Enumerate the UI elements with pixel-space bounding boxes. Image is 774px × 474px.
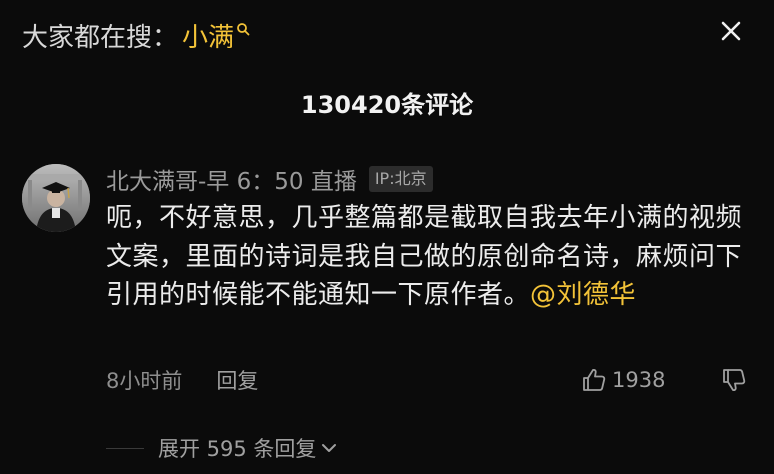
replies-divider	[106, 448, 144, 449]
avatar[interactable]	[22, 164, 90, 232]
search-suggestion-keyword[interactable]: 小满	[182, 20, 234, 56]
comment-text: 呃，不好意思，几乎整篇都是截取自我去年小满的视频文案，里面的诗词是我自己做的原创…	[106, 199, 756, 315]
search-icon	[236, 20, 250, 44]
comment-meta: 8小时前 回复	[106, 364, 258, 396]
comment-username[interactable]: 北大满哥-早 6：50 直播	[106, 162, 357, 196]
search-suggestion-prefix: 大家都在搜：	[22, 23, 179, 53]
thumbs-down-icon	[723, 369, 746, 392]
like-button[interactable]: 1938	[580, 364, 665, 396]
thumbs-up-icon	[583, 368, 606, 391]
reply-button[interactable]: 回复	[216, 365, 258, 395]
close-button[interactable]	[714, 14, 748, 48]
expand-replies-button[interactable]: 展开 595 条回复	[158, 432, 340, 464]
expand-replies-label: 展开 595 条回复	[158, 437, 317, 461]
dislike-button[interactable]	[720, 366, 748, 394]
search-suggestion: 大家都在搜： 小满	[22, 20, 250, 56]
like-count: 1938	[612, 368, 666, 392]
comment-count-title: 130420条评论	[300, 91, 474, 119]
comment-mention-link[interactable]: @刘德华	[530, 280, 636, 310]
comment-body-text: 呃，不好意思，几乎整篇都是截取自我去年小满的视频文案，里面的诗词是我自己做的原创…	[106, 203, 743, 310]
chevron-down-icon	[322, 444, 337, 452]
comment-header: 北大满哥-早 6：50 直播 IP:北京	[106, 162, 433, 196]
comment-timestamp: 8小时前	[106, 369, 183, 393]
ip-location-badge: IP:北京	[368, 166, 433, 192]
close-icon	[721, 21, 741, 41]
